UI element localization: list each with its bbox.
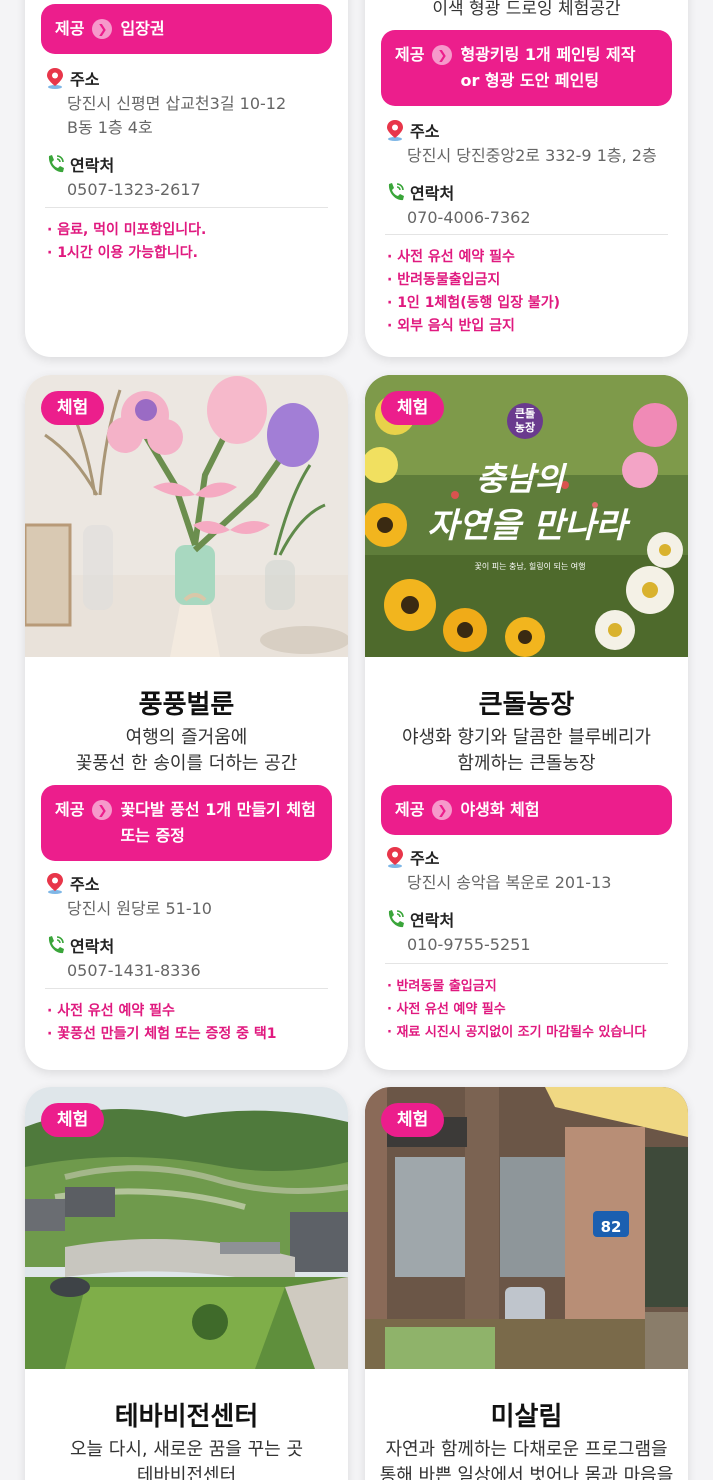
- venue-card-4[interactable]: 큰돌 농장 충남의 자연을 만나라 꽃이 피는 충남, 힐링이 되는 여행 체험…: [365, 375, 688, 1070]
- photo-badge-text-bottom: 농장: [515, 420, 535, 434]
- chevron-right-icon: ❯: [92, 800, 113, 820]
- note-item: · 반려동물출입금지: [387, 272, 501, 288]
- venue-card-6[interactable]: 82 체험 미살림 자연과 함께하는 다채로운 프로그램을 통해 바쁜 일상에서…: [365, 1087, 688, 1480]
- note-item: · 1시간 이용 가능합니다.: [47, 245, 198, 261]
- photo-caption: 꽃이 피는 충남, 힐링이 되는 여행: [475, 561, 586, 571]
- desc-line: 함께하는 큰돌농장: [457, 753, 596, 774]
- venue-description: 이색 형광 드로잉 체험공간: [365, 0, 688, 22]
- contact-label: 연락처: [410, 184, 455, 203]
- photo-title-top: 충남의: [476, 460, 568, 498]
- provide-label: 제공: [55, 19, 85, 38]
- chevron-right-icon: ❯: [92, 19, 113, 39]
- info-block: 주소 당진시 송악읍 복운로 201-13 연락처 010-9755-5251: [385, 845, 668, 965]
- photo-address-plate: 82: [601, 1218, 622, 1236]
- note-item: · 외부 음식 반입 금지: [387, 318, 515, 334]
- provide-text: 형광키링 1개 페인팅 제작 or 형광 도안 페인팅: [460, 45, 636, 90]
- contact-label: 연락처: [70, 156, 115, 175]
- info-block: 주소 당진시 신평면 삽교천3길 10-12 B동 1층 4호 연락처 0507…: [45, 66, 328, 210]
- desc-line: 야생화 향기와 달콤한 블루베리가: [401, 727, 651, 748]
- desc-line: 오늘 다시, 새로운 꿈을 꾸는 곳: [69, 1439, 304, 1460]
- info-block: 주소 당진시 당진중앙2로 332-9 1층, 2층 연락처 070-4006-…: [385, 118, 668, 238]
- provide-text: 야생화 체험: [460, 800, 540, 819]
- venue-card-2[interactable]: 이색 형광 드로잉 체험공간 제공 ❯ 형광키링 1개 페인팅 제작 or 형광…: [365, 0, 688, 357]
- note-item: · 사전 유선 예약 필수: [387, 249, 515, 265]
- pin-icon: [47, 68, 63, 89]
- desc-line: 여행의 즐거움에: [125, 727, 248, 748]
- pin-icon: [387, 847, 403, 868]
- photo-badge-text-top: 큰돌: [515, 407, 535, 420]
- pin-icon: [47, 873, 63, 894]
- note-item: · 반려동물 출입금지: [387, 979, 497, 994]
- venue-description: 자연과 함께하는 다채로운 프로그램을 통해 바쁜 일상에서 벗어나 몸과 마음…: [365, 1437, 688, 1480]
- contact-value[interactable]: 010-9755-5251: [385, 933, 668, 957]
- category-tag: 체험: [41, 391, 105, 425]
- provide-banner: 제공 ❯ 입장권: [41, 4, 332, 54]
- notes: · 음료, 먹이 미포함입니다. · 1시간 이용 가능합니다.: [47, 219, 332, 265]
- info-block: 주소 당진시 원당로 51-10 연락처 0507-1431-8336: [45, 871, 328, 991]
- notes: · 반려동물 출입금지 · 사전 유선 예약 필수 · 재료 시진시 공지없이 …: [387, 975, 672, 1044]
- phone-icon: [48, 936, 64, 954]
- note-item: · 꽃풍선 만들기 체험 또는 증정 중 택1: [47, 1026, 277, 1042]
- contact-value[interactable]: 0507-1431-8336: [45, 959, 328, 983]
- contact-value[interactable]: 0507-1323-2617: [45, 178, 328, 202]
- chevron-right-icon: ❯: [432, 45, 453, 65]
- venue-title: 테바비전센터: [114, 1402, 259, 1432]
- address-value: 당진시 원당로 51-10: [67, 899, 212, 918]
- address-label: 주소: [70, 70, 100, 89]
- desc-line: 이색 형광 드로잉 체험공간: [432, 0, 621, 19]
- note-item: · 재료 시진시 공지없이 조기 마감될수 있습니다: [387, 1025, 647, 1040]
- notes: · 사전 유선 예약 필수 · 반려동물출입금지 · 1인 1체험(동행 입장 …: [387, 246, 672, 338]
- contact-label: 연락처: [410, 911, 455, 930]
- notes: · 사전 유선 예약 필수 · 꽃풍선 만들기 체험 또는 증정 중 택1: [47, 1000, 332, 1046]
- venue-title: 미살림: [490, 1402, 563, 1432]
- contact-label: 연락처: [70, 937, 115, 956]
- venue-description: 야생화 향기와 달콤한 블루베리가 함께하는 큰돌농장: [365, 725, 688, 777]
- venue-card-3[interactable]: 체험 풍풍벌룬 여행의 즐거움에 꽃풍선 한 송이를 더하는 공간 제공 ❯ 꽃…: [25, 375, 348, 1070]
- category-tag: 체험: [381, 1103, 445, 1137]
- photo-title-bottom: 자연을 만나라: [427, 506, 631, 546]
- category-tag: 체험: [381, 391, 445, 425]
- provide-banner: 제공 ❯ 꽃다발 풍선 1개 만들기 체험 또는 증정: [41, 785, 332, 861]
- venue-title: 큰돌농장: [478, 690, 575, 720]
- phone-icon: [388, 183, 404, 201]
- provide-label: 제공: [395, 45, 425, 64]
- venue-card-1[interactable]: 제공 ❯ 입장권 주소 당진시 신평면 삽교천3길 10-12 B동 1층 4호…: [25, 0, 348, 357]
- provide-banner: 제공 ❯ 형광키링 1개 페인팅 제작 or 형광 도안 페인팅: [381, 30, 672, 106]
- note-item: · 사전 유선 예약 필수: [387, 1002, 506, 1017]
- desc-line: 자연과 함께하는 다채로운 프로그램을: [385, 1439, 668, 1460]
- provide-banner: 제공 ❯ 야생화 체험: [381, 785, 672, 835]
- provide-text: 입장권: [120, 19, 165, 38]
- address-label: 주소: [410, 849, 440, 868]
- address-label: 주소: [70, 875, 100, 894]
- desc-line: 통해 바쁜 일상에서 벗어나 몸과 마음을: [379, 1465, 674, 1480]
- provide-label: 제공: [395, 800, 425, 819]
- provide-text: 꽃다발 풍선 1개 만들기 체험 또는 증정: [120, 800, 316, 845]
- note-item: · 음료, 먹이 미포함입니다.: [47, 222, 207, 238]
- address-value: 당진시 신평면 삽교천3길 10-12 B동 1층 4호: [67, 94, 287, 137]
- note-item: · 사전 유선 예약 필수: [47, 1003, 175, 1019]
- divider: [385, 963, 668, 964]
- page: 제공 ❯ 입장권 주소 당진시 신평면 삽교천3길 10-12 B동 1층 4호…: [0, 0, 713, 1480]
- venue-card-5[interactable]: 체험 테바비전센터 오늘 다시, 새로운 꿈을 꾸는 곳 테바비전센터: [25, 1087, 348, 1480]
- address-label: 주소: [410, 122, 440, 141]
- divider: [385, 234, 668, 235]
- note-item: · 1인 1체험(동행 입장 불가): [387, 295, 561, 311]
- chevron-right-icon: ❯: [432, 800, 453, 820]
- address-value: 당진시 송악읍 복운로 201-13: [407, 873, 612, 892]
- venue-description: 여행의 즐거움에 꽃풍선 한 송이를 더하는 공간: [25, 725, 348, 777]
- provide-label: 제공: [55, 800, 85, 819]
- contact-value[interactable]: 070-4006-7362: [385, 206, 668, 230]
- phone-icon: [388, 910, 404, 928]
- pin-icon: [387, 120, 403, 141]
- category-tag: 체험: [41, 1103, 105, 1137]
- desc-line: 꽃풍선 한 송이를 더하는 공간: [75, 753, 298, 774]
- divider: [45, 207, 328, 208]
- venue-description: 오늘 다시, 새로운 꿈을 꾸는 곳 테바비전센터: [25, 1437, 348, 1480]
- divider: [45, 988, 328, 989]
- address-value: 당진시 당진중앙2로 332-9 1층, 2층: [407, 146, 657, 165]
- phone-icon: [48, 155, 64, 173]
- desc-line: 테바비전센터: [136, 1465, 237, 1480]
- venue-title: 풍풍벌룬: [138, 690, 235, 720]
